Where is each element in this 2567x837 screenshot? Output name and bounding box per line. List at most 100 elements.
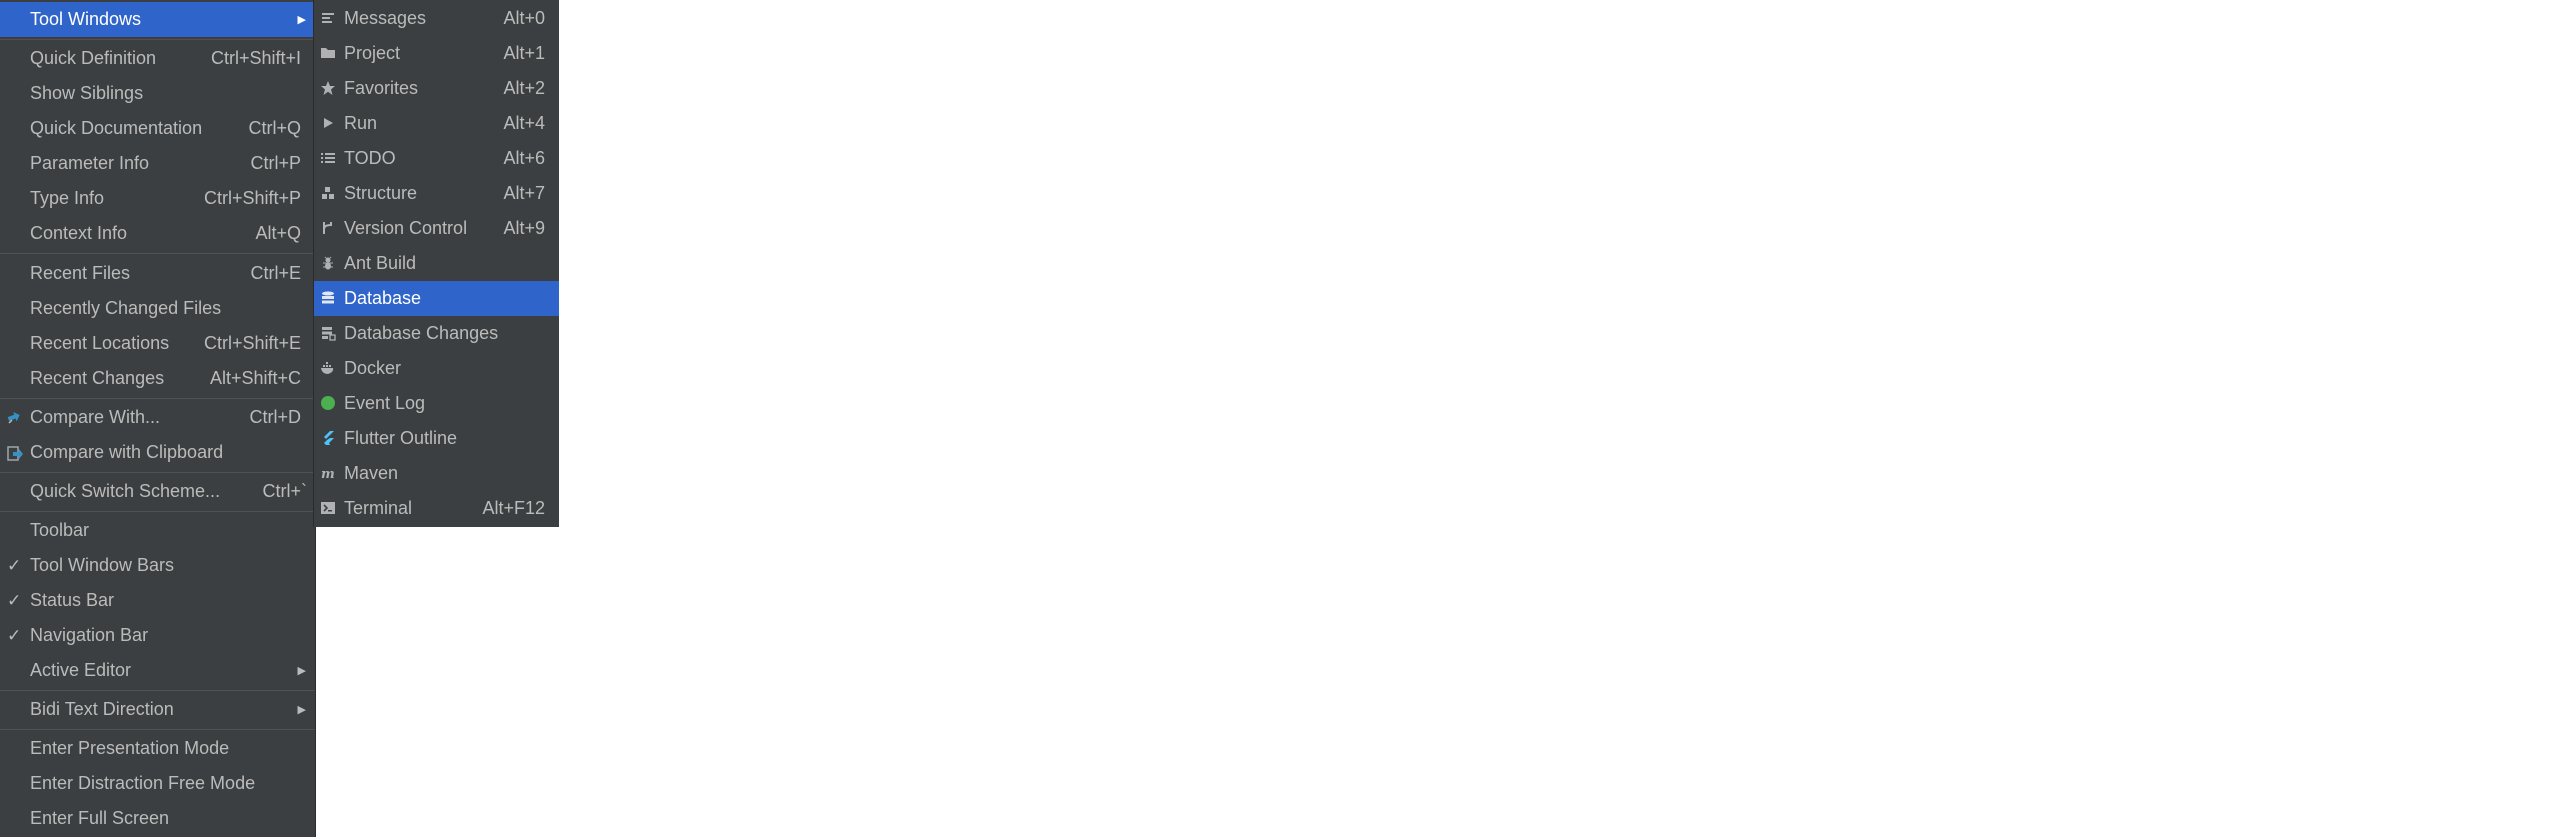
- submenu-item-label: Project: [344, 43, 401, 63]
- submenu-item-favorites[interactable]: Favorites Alt+2: [314, 71, 559, 106]
- event-log-icon: [320, 395, 336, 411]
- submenu-item-label: Event Log: [344, 393, 426, 413]
- menu-item-compare-with[interactable]: Compare With... Ctrl+D: [0, 400, 315, 435]
- menu-item-shortcut: Ctrl+Shift+I: [210, 48, 301, 68]
- submenu-arrow-icon: ▶: [297, 665, 306, 677]
- menu-item-shortcut: Ctrl+Shift+P: [203, 188, 301, 208]
- menu-item-full-screen[interactable]: Enter Full Screen: [0, 801, 315, 836]
- menu-item-toolbar[interactable]: Toolbar: [0, 513, 315, 548]
- compare-clipboard-icon: [6, 444, 24, 462]
- menu-item-label: Enter Presentation Mode: [30, 738, 230, 758]
- menu-separator: [0, 729, 315, 730]
- submenu-item-terminal[interactable]: Terminal Alt+F12: [314, 491, 559, 526]
- submenu-item-todo[interactable]: TODO Alt+6: [314, 141, 559, 176]
- menu-item-label: Compare With...: [30, 407, 161, 427]
- menu-item-label: Type Info: [30, 188, 105, 208]
- submenu-item-label: Database: [344, 288, 422, 308]
- svg-text:m: m: [321, 467, 335, 481]
- submenu-item-project[interactable]: Project Alt+1: [314, 36, 559, 71]
- compare-icon: [6, 409, 24, 427]
- menu-item-presentation-mode[interactable]: Enter Presentation Mode: [0, 731, 315, 766]
- menu-item-recent-files[interactable]: Recent Files Ctrl+E: [0, 256, 315, 291]
- menu-item-label: Tool Window Bars: [30, 555, 175, 575]
- submenu-item-shortcut: Alt+0: [503, 8, 545, 28]
- menu-item-label: Parameter Info: [30, 153, 150, 173]
- menu-separator: [0, 398, 315, 399]
- menu-separator: [0, 253, 315, 254]
- menu-item-label: Active Editor: [30, 660, 132, 680]
- menu-item-quick-definition[interactable]: Quick Definition Ctrl+Shift+I: [0, 41, 315, 76]
- menu-item-tool-windows[interactable]: Tool Windows ▶: [0, 2, 315, 37]
- menu-item-recent-changes[interactable]: Recent Changes Alt+Shift+C: [0, 361, 315, 396]
- menu-item-recent-locations[interactable]: Recent Locations Ctrl+Shift+E: [0, 326, 315, 361]
- messages-icon: [320, 10, 336, 26]
- menu-item-label: Bidi Text Direction: [30, 699, 174, 719]
- terminal-icon: [320, 500, 336, 516]
- tool-windows-submenu: Messages Alt+0 Project Alt+1 Favorites Alt+2 R…: [313, 0, 559, 527]
- menu-item-active-editor[interactable]: Active Editor ▶: [0, 653, 315, 688]
- menu-item-compare-clipboard[interactable]: Compare with Clipboard: [0, 435, 315, 470]
- submenu-item-label: TODO: [344, 148, 396, 168]
- submenu-arrow-icon: ▶: [297, 14, 306, 26]
- view-menu: Tool Windows ▶ Quick Definition Ctrl+Shi…: [0, 0, 316, 837]
- menu-item-recently-changed-files[interactable]: Recently Changed Files: [0, 291, 315, 326]
- version-control-icon: [320, 220, 336, 236]
- checkmark-icon: ✓: [7, 625, 22, 645]
- submenu-item-database[interactable]: Database: [314, 281, 559, 316]
- menu-item-label: Toolbar: [30, 520, 90, 540]
- submenu-item-shortcut: Alt+4: [503, 113, 545, 133]
- submenu-item-run[interactable]: Run Alt+4: [314, 106, 559, 141]
- menu-item-type-info[interactable]: Type Info Ctrl+Shift+P: [0, 181, 315, 216]
- menu-item-shortcut: Alt+Shift+C: [209, 368, 301, 388]
- menu-separator: [0, 511, 315, 512]
- structure-icon: [320, 185, 336, 201]
- menu-item-label: Compare with Clipboard: [30, 442, 224, 462]
- submenu-item-shortcut: Alt+9: [503, 218, 545, 238]
- submenu-item-maven[interactable]: m Maven: [314, 456, 559, 491]
- checkmark-icon: ✓: [7, 555, 22, 575]
- folder-icon: [320, 45, 336, 61]
- database-changes-icon: [320, 325, 336, 341]
- submenu-item-shortcut: Alt+F12: [482, 498, 545, 518]
- menu-item-distraction-free-mode[interactable]: Enter Distraction Free Mode: [0, 766, 315, 801]
- menu-item-bidi-text-direction[interactable]: Bidi Text Direction ▶: [0, 692, 315, 727]
- menu-item-label: Recent Changes: [30, 368, 165, 388]
- submenu-item-shortcut: Alt+7: [503, 183, 545, 203]
- menu-item-quick-documentation[interactable]: Quick Documentation Ctrl+Q: [0, 111, 315, 146]
- submenu-item-messages[interactable]: Messages Alt+0: [314, 1, 559, 36]
- menu-item-quick-switch-scheme[interactable]: Quick Switch Scheme... Ctrl+`: [0, 474, 315, 509]
- submenu-item-label: Database Changes: [344, 323, 499, 343]
- menu-item-parameter-info[interactable]: Parameter Info Ctrl+P: [0, 146, 315, 181]
- menu-item-show-siblings[interactable]: Show Siblings: [0, 76, 315, 111]
- menu-item-context-info[interactable]: Context Info Alt+Q: [0, 216, 315, 251]
- ant-icon: [320, 255, 336, 271]
- submenu-item-label: Terminal: [344, 498, 413, 518]
- menu-item-label: Quick Definition: [30, 48, 157, 68]
- menu-separator: [0, 472, 315, 473]
- submenu-arrow-icon: ▶: [297, 704, 306, 716]
- menu-separator: [0, 690, 315, 691]
- submenu-item-version-control[interactable]: Version Control Alt+9: [314, 211, 559, 246]
- menu-item-status-bar[interactable]: ✓ Status Bar: [0, 583, 315, 618]
- database-icon: [320, 290, 336, 306]
- menu-item-navigation-bar[interactable]: ✓ Navigation Bar: [0, 618, 315, 653]
- menu-item-shortcut: Ctrl+D: [249, 407, 301, 427]
- menu-item-label: Enter Full Screen: [30, 808, 170, 828]
- todo-list-icon: [320, 150, 336, 166]
- submenu-item-flutter-outline[interactable]: Flutter Outline: [314, 421, 559, 456]
- submenu-item-structure[interactable]: Structure Alt+7: [314, 176, 559, 211]
- submenu-item-label: Docker: [344, 358, 402, 378]
- menu-item-shortcut: Ctrl+`: [262, 481, 308, 501]
- menu-item-label: Quick Documentation: [30, 118, 203, 138]
- submenu-item-database-changes[interactable]: Database Changes: [314, 316, 559, 351]
- submenu-item-docker[interactable]: Docker: [314, 351, 559, 386]
- submenu-item-ant-build[interactable]: Ant Build: [314, 246, 559, 281]
- menu-item-label: Recent Locations: [30, 333, 170, 353]
- menu-item-shortcut: Ctrl+P: [250, 153, 301, 173]
- menu-item-tool-window-bars[interactable]: ✓ Tool Window Bars: [0, 548, 315, 583]
- menu-item-label: Quick Switch Scheme...: [30, 481, 221, 501]
- flutter-icon: [320, 430, 336, 446]
- checkmark-icon: ✓: [7, 590, 22, 610]
- submenu-item-label: Flutter Outline: [344, 428, 458, 448]
- submenu-item-event-log[interactable]: Event Log: [314, 386, 559, 421]
